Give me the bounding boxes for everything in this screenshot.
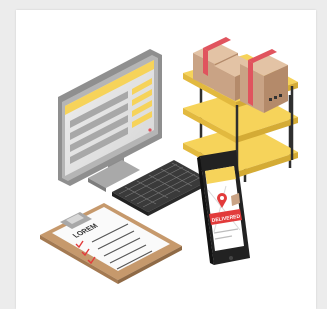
logistics-illustration: LOREM DELIVERED	[40, 37, 298, 284]
clipboard: LOREM	[40, 203, 182, 284]
desktop-monitor	[58, 49, 162, 192]
